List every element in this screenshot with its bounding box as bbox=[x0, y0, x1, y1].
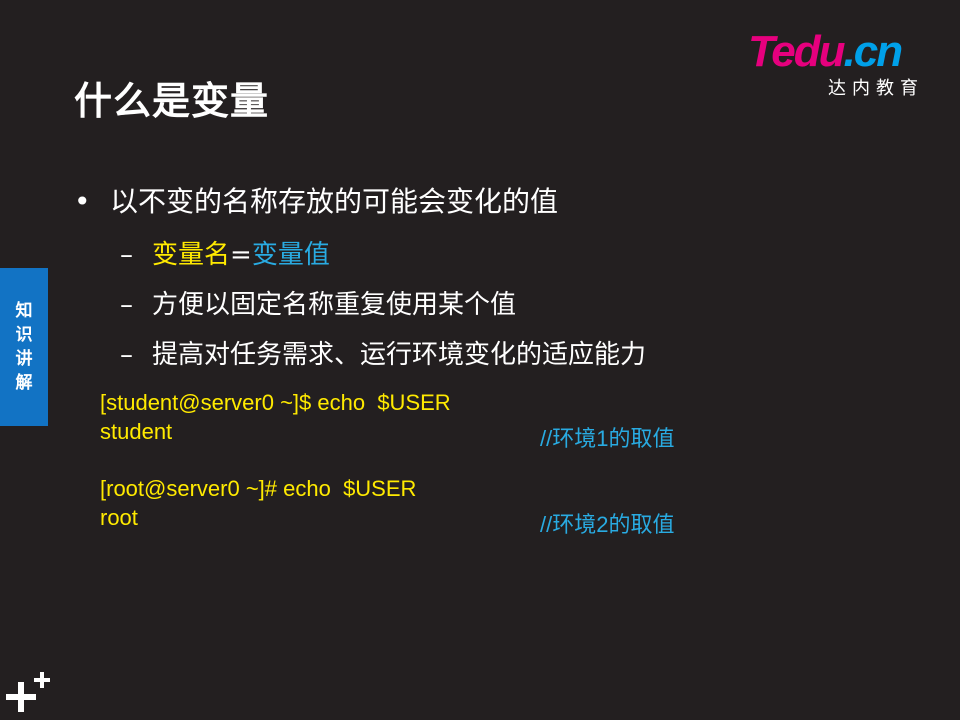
sub-item-2-text: 方便以固定名称重复使用某个值 bbox=[152, 290, 517, 320]
sub-item-1-part1: 变量名 bbox=[152, 240, 231, 270]
side-tab-char-4: 解 bbox=[15, 373, 33, 393]
code-comment-2: //环境2的取值 bbox=[540, 512, 675, 537]
sub-item-dash: – bbox=[120, 340, 133, 370]
side-tab-char-3: 讲 bbox=[15, 349, 33, 369]
plus-icon bbox=[6, 672, 50, 712]
sub-item-dash: – bbox=[120, 240, 133, 270]
code-line-4: root bbox=[100, 505, 138, 530]
slide: Tedu.cn 达内教育 什么是变量 知 识 讲 解 • 以不变的名称存放的可能会… bbox=[0, 0, 960, 720]
sub-item-2: – 方便以固定名称重复使用某个值 bbox=[120, 284, 516, 321]
code-line-3: [root@server0 ~]# echo $USER bbox=[100, 476, 417, 501]
logo-subtitle: 达内教育 bbox=[828, 78, 924, 99]
logo-cn: cn bbox=[853, 27, 903, 76]
sub-item-dash: – bbox=[120, 290, 133, 320]
slide-title: 什么是变量 bbox=[74, 79, 270, 123]
side-tab-char-2: 识 bbox=[15, 325, 33, 345]
sub-item-3: – 提高对任务需求、运行环境变化的适应能力 bbox=[120, 334, 646, 371]
sub-item-3-text: 提高对任务需求、运行环境变化的适应能力 bbox=[152, 340, 647, 370]
code-line-1: [student@server0 ~]$ echo $USER bbox=[100, 390, 451, 415]
bullet-dot: • bbox=[74, 185, 91, 218]
side-tab: 知 识 讲 解 bbox=[0, 268, 48, 426]
sub-item-1-part2: 变量值 bbox=[251, 240, 330, 270]
code-line-2: student bbox=[100, 419, 173, 444]
bullet-main: • 以不变的名称存放的可能会变化的值 bbox=[74, 180, 558, 220]
code-comment-1: //环境1的取值 bbox=[540, 426, 675, 451]
tedu-logo: Tedu.cn 达内教育 bbox=[748, 27, 938, 100]
sub-item-1-eq: = bbox=[230, 240, 252, 270]
logo-wordmark: Tedu.cn bbox=[748, 27, 903, 76]
bullet-text: 以不变的名称存放的可能会变化的值 bbox=[110, 185, 559, 218]
logo-du: du bbox=[793, 27, 846, 76]
side-tab-char-1: 知 bbox=[15, 301, 33, 321]
sub-item-1: – 变量名=变量值 bbox=[120, 234, 330, 271]
logo-te: Te bbox=[748, 27, 796, 76]
logo-dot: . bbox=[843, 27, 855, 76]
